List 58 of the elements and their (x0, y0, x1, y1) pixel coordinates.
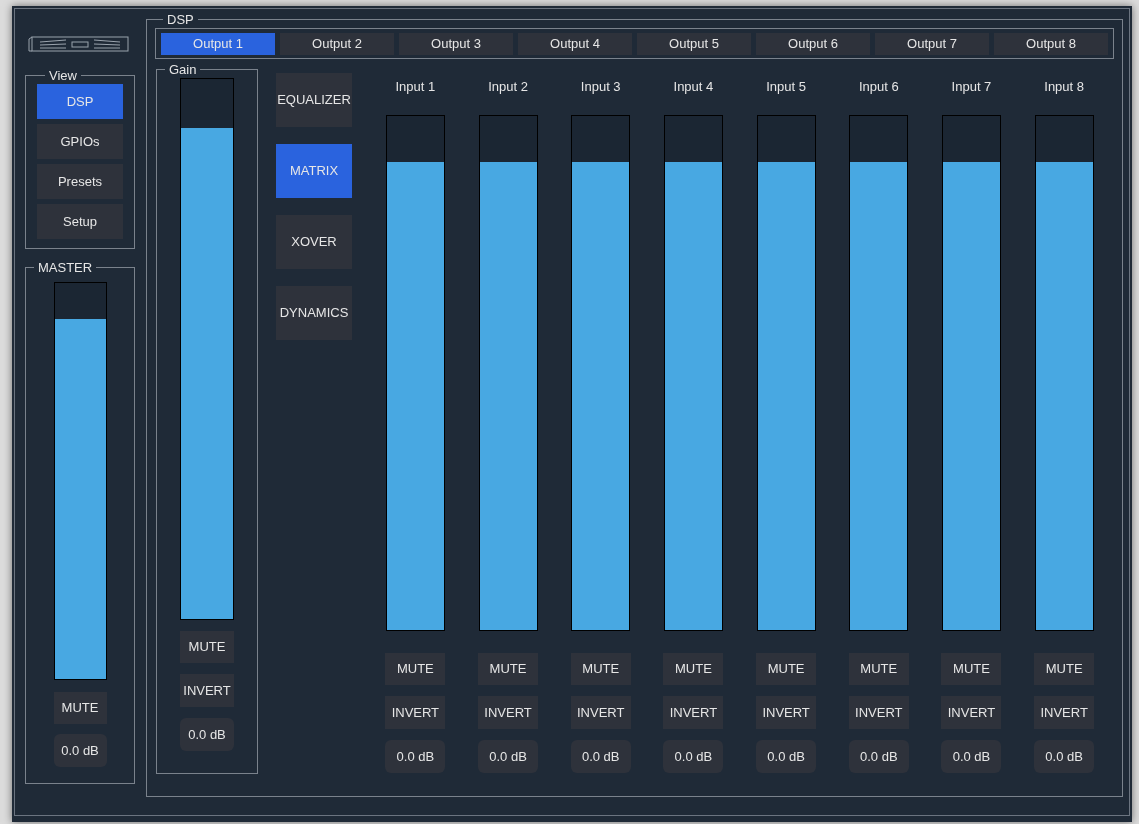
gain-value-button[interactable]: 0.0 dB (1034, 740, 1095, 773)
mute-button[interactable]: MUTE (570, 653, 631, 685)
output-tab[interactable]: Output 6 (756, 32, 870, 55)
invert-button[interactable]: INVERT (478, 696, 539, 729)
mode-button[interactable]: MATRIX (276, 144, 352, 198)
mode-button[interactable]: EQUALIZER (276, 73, 352, 127)
invert-button[interactable]: INVERT (941, 696, 1002, 729)
mute-button[interactable]: MUTE (848, 653, 909, 685)
gain-value-button[interactable]: 0.0 dB (570, 740, 631, 773)
input-label: Input 6 (858, 78, 899, 96)
mute-button[interactable]: MUTE (756, 653, 817, 685)
mute-button[interactable]: MUTE (663, 653, 724, 685)
output-tab[interactable]: Output 7 (875, 32, 989, 55)
view-tab[interactable]: DSP (37, 84, 123, 119)
mute-button[interactable]: MUTE (478, 653, 539, 685)
output-tab[interactable]: Output 2 (280, 32, 394, 55)
input-label: Input 4 (673, 78, 714, 96)
mode-button[interactable]: XOVER (276, 215, 352, 269)
invert-button[interactable]: INVERT (180, 674, 234, 707)
gain-value-button[interactable]: 0.0 dB (848, 740, 909, 773)
mute-button[interactable]: MUTE (385, 653, 446, 685)
view-tab[interactable]: Presets (37, 164, 123, 199)
output-tab[interactable]: Output 3 (399, 32, 513, 55)
mute-button[interactable]: MUTE (180, 631, 234, 663)
group-title: Gain (168, 63, 198, 76)
group-title: DSP (166, 13, 195, 26)
output-tab[interactable]: Output 4 (518, 32, 632, 55)
mute-button[interactable]: MUTE (53, 692, 107, 724)
view-tab[interactable]: Setup (37, 204, 123, 239)
invert-button[interactable]: INVERT (663, 696, 724, 729)
mute-button[interactable]: MUTE (941, 653, 1002, 685)
invert-button[interactable]: INVERT (756, 696, 817, 729)
output-tab[interactable]: Output 8 (994, 32, 1108, 55)
output-tab[interactable]: Output 1 (161, 32, 275, 55)
input-label: Input 7 (951, 78, 992, 96)
invert-button[interactable]: INVERT (385, 696, 446, 729)
device-icon (28, 34, 132, 54)
input-label: Input 1 (395, 78, 436, 96)
mute-button[interactable]: MUTE (1034, 653, 1095, 685)
input-label: Input 5 (766, 78, 806, 96)
gain-value-button[interactable]: 0.0 dB (941, 740, 1002, 773)
gain-value-button[interactable]: 0.0 dB (756, 740, 817, 773)
gain-value-button[interactable]: 0.0 dB (180, 718, 234, 751)
input-label: Input 2 (488, 78, 528, 96)
input-label: Input 3 (580, 78, 621, 96)
gain-value-button[interactable]: 0.0 dB (53, 734, 107, 767)
group-title: View (48, 69, 78, 82)
group-title: MASTER (37, 261, 94, 274)
mode-button[interactable]: DYNAMICS (276, 286, 352, 340)
view-tab[interactable]: GPIOs (37, 124, 123, 159)
invert-button[interactable]: INVERT (570, 696, 631, 729)
invert-button[interactable]: INVERT (1034, 696, 1095, 729)
output-tab[interactable]: Output 5 (637, 32, 751, 55)
gain-value-button[interactable]: 0.0 dB (478, 740, 539, 773)
gain-value-button[interactable]: 0.0 dB (385, 740, 446, 773)
gain-value-button[interactable]: 0.0 dB (663, 740, 724, 773)
input-label: Input 8 (1044, 78, 1085, 96)
invert-button[interactable]: INVERT (848, 696, 909, 729)
